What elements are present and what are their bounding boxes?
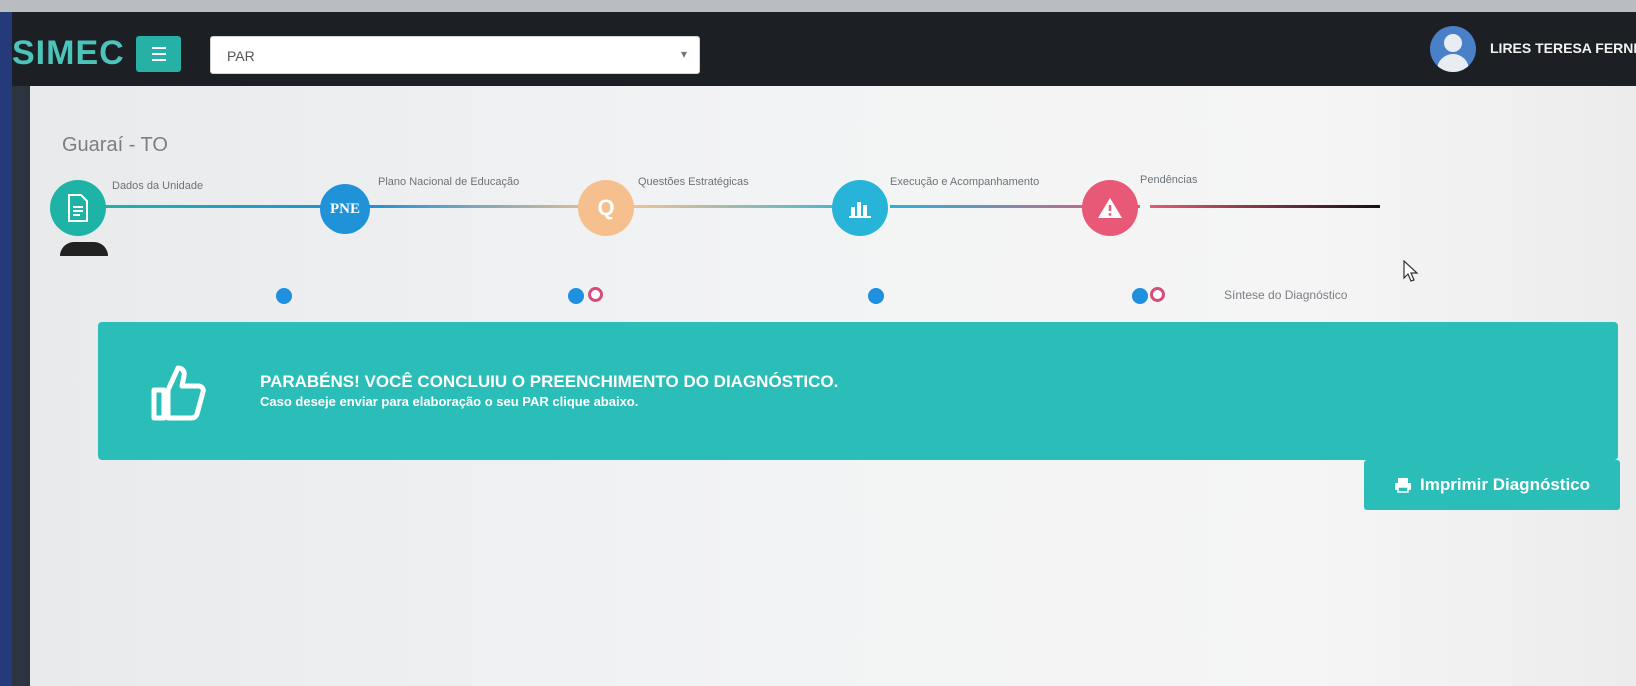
- step-pne[interactable]: PNE: [320, 184, 370, 234]
- step-partial-icon: [60, 242, 108, 256]
- step-dados-unidade[interactable]: [50, 180, 106, 236]
- step-label-pendencias: Pendências: [1140, 174, 1198, 186]
- alert-subtitle: Caso deseje enviar para elaboração o seu…: [260, 394, 639, 409]
- print-diagnostic-button[interactable]: Imprimir Diagnóstico: [1364, 460, 1620, 510]
- alert-title: PARABÉNS! VOCÊ CONCLUIU O PREENCHIMENTO …: [260, 372, 839, 391]
- chevron-down-icon: ▾: [680, 47, 687, 61]
- screen-bezel-left: [0, 12, 12, 686]
- diagnostic-substeps: Síntese do Diagnóstico: [50, 276, 1450, 316]
- print-icon: [1394, 478, 1411, 493]
- print-button-label: Imprimir Diagnóstico: [1419, 475, 1591, 494]
- substep-2-dot[interactable]: [568, 288, 584, 304]
- substep-2-pending-icon[interactable]: [588, 287, 603, 302]
- substep-3-dot[interactable]: [868, 288, 884, 304]
- step-questoes[interactable]: Q: [578, 180, 634, 236]
- substep-4-pending-icon[interactable]: [1150, 287, 1165, 302]
- step-label-execucao: Execução e Acompanhamento: [890, 176, 1040, 188]
- user-name[interactable]: LIRES TERESA FERNEDA: [1490, 40, 1636, 56]
- q-icon-text: Q: [597, 195, 615, 220]
- main-content: Guaraí - TO Dados da Unidade PNE Plano N…: [30, 86, 1636, 686]
- app-logo[interactable]: SIMEC: [12, 36, 125, 70]
- wizard-steps: Dados da Unidade PNE Plano Nacional de E…: [50, 166, 1410, 276]
- warning-icon: [1098, 198, 1122, 218]
- pne-icon-text: PNE: [330, 200, 360, 217]
- step-execucao[interactable]: [832, 180, 888, 236]
- menu-toggle-button[interactable]: [136, 36, 181, 72]
- hamburger-icon: [151, 45, 166, 63]
- substep-1-dot[interactable]: [276, 288, 292, 304]
- module-select-value: PAR: [227, 48, 255, 64]
- screen-bezel-top: [0, 0, 1636, 12]
- module-select[interactable]: PAR ▾: [210, 36, 700, 74]
- user-avatar[interactable]: [1430, 26, 1476, 72]
- success-alert: PARABÉNS! VOCÊ CONCLUIU O PREENCHIMENTO …: [98, 322, 1618, 460]
- document-icon: [68, 194, 88, 222]
- substep-4-dot[interactable]: [1132, 288, 1148, 304]
- step-pendencias[interactable]: [1082, 180, 1138, 236]
- page-title: Guaraí - TO: [62, 134, 168, 156]
- substep-summary-label[interactable]: Síntese do Diagnóstico: [1224, 288, 1347, 302]
- step-label-questoes: Questões Estratégicas: [638, 176, 749, 188]
- mouse-cursor-icon: [1403, 260, 1419, 282]
- top-navbar: SIMEC PAR ▾ LIRES TERESA FERNEDA: [12, 12, 1636, 86]
- step-label-dados-unidade: Dados da Unidade: [112, 180, 204, 192]
- bar-chart-icon: [849, 202, 871, 218]
- thumbs-up-icon: [151, 365, 206, 421]
- step-label-pne: Plano Nacional de Educação: [378, 176, 520, 188]
